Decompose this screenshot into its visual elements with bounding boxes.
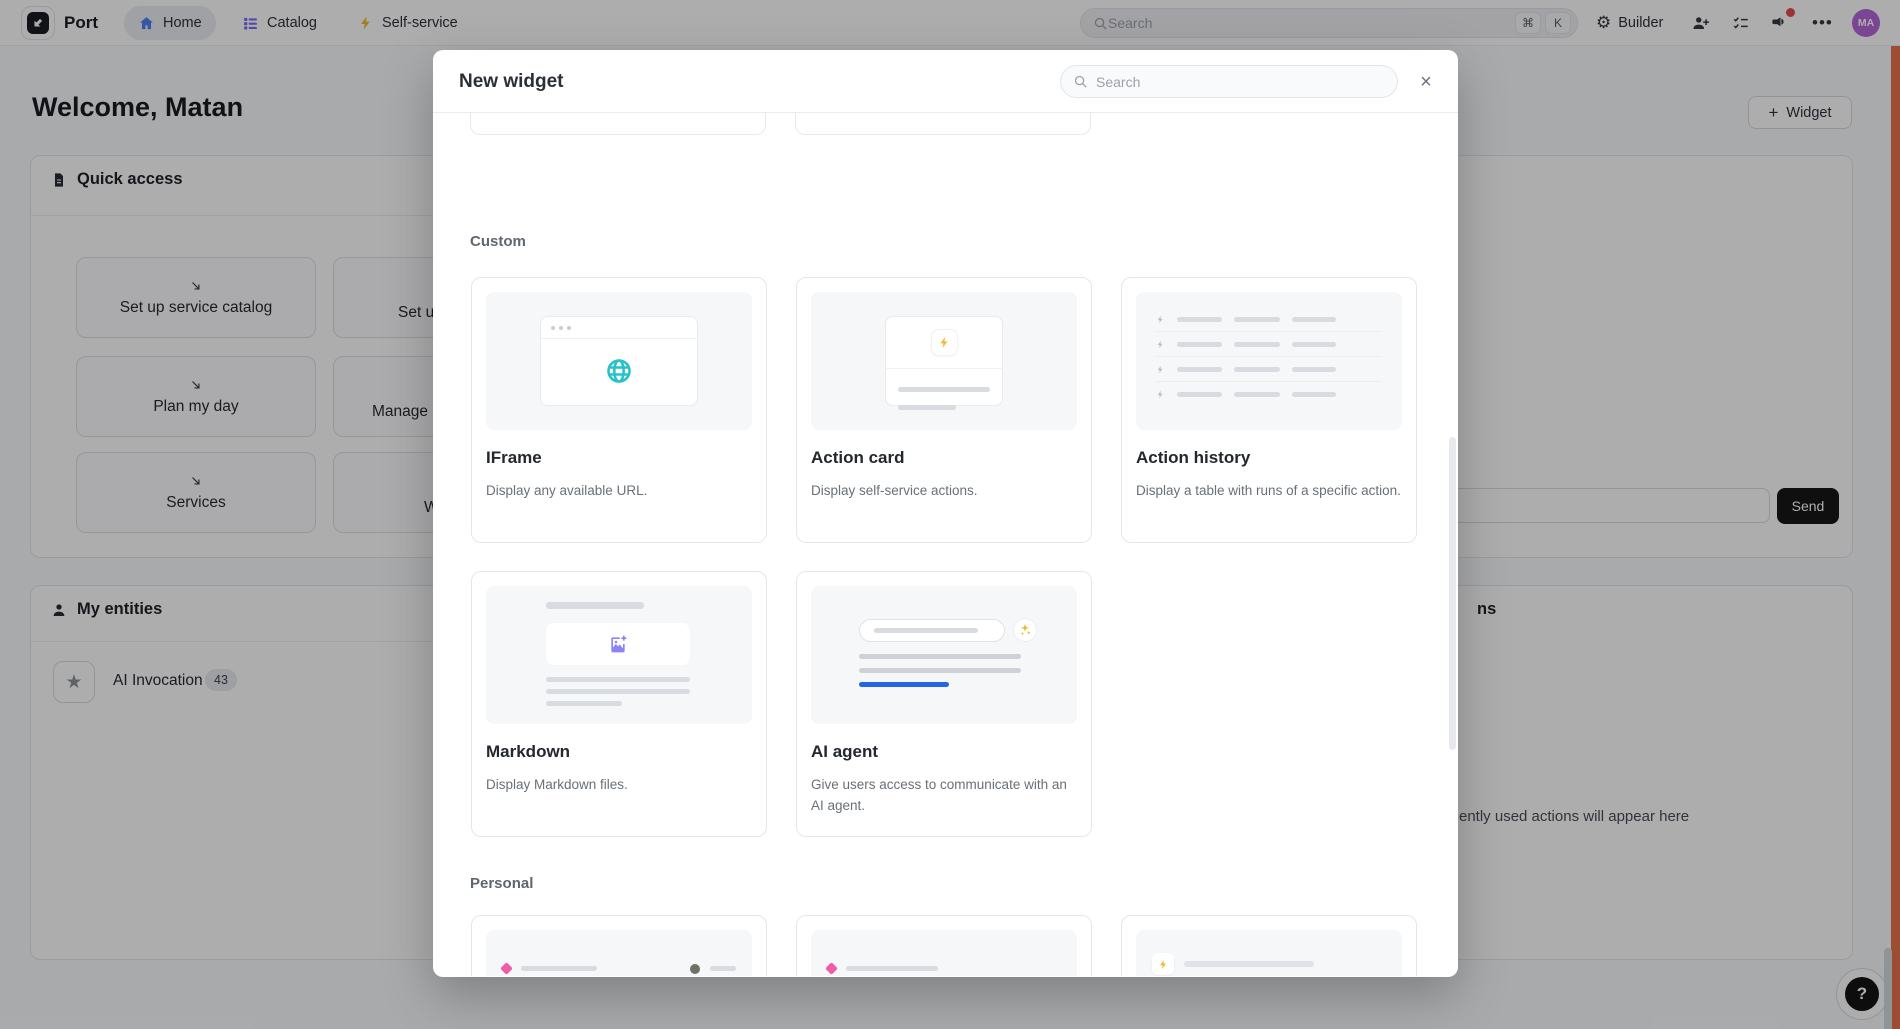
widget-card-iframe[interactable]: IFrame Display any available URL. xyxy=(471,277,767,543)
section-label-custom: Custom xyxy=(470,233,526,250)
search-icon xyxy=(1073,74,1088,89)
entity-icon xyxy=(500,962,513,975)
sparkles-icon xyxy=(1013,618,1037,642)
widget-title: AI agent xyxy=(811,742,878,762)
widget-card-ai-agent[interactable]: AI agent Give users access to communicat… xyxy=(796,571,1092,837)
section-label-personal: Personal xyxy=(470,875,533,892)
personal-preview-actions xyxy=(1136,930,1402,976)
action-card-preview xyxy=(811,292,1077,430)
widget-description: Give users access to communicate with an… xyxy=(811,775,1079,817)
app-screen: Port Home Catalog Self-service ⌘ K ⚙ Bui… xyxy=(0,0,1900,1029)
widget-title: IFrame xyxy=(486,448,542,468)
markdown-preview xyxy=(486,586,752,724)
modal-header: New widget × xyxy=(433,50,1458,113)
close-icon[interactable]: × xyxy=(1411,67,1441,97)
partial-widget-card[interactable] xyxy=(470,113,766,135)
widget-description: Display self-service actions. xyxy=(811,481,1079,502)
entity-icon xyxy=(825,962,838,975)
bolt-icon xyxy=(1152,953,1174,975)
widget-description: Display any available URL. xyxy=(486,481,754,502)
personal-preview-list xyxy=(811,930,1077,976)
widget-card-markdown[interactable]: Markdown Display Markdown files. xyxy=(471,571,767,837)
bolt-icon xyxy=(1156,390,1165,399)
widget-card-action-history[interactable]: Action history Display a table with runs… xyxy=(1121,277,1417,543)
modal-scrollbar-thumb[interactable] xyxy=(1449,437,1456,750)
bolt-icon xyxy=(1156,315,1165,324)
widget-description: Display a table with runs of a specific … xyxy=(1136,481,1404,502)
ai-agent-preview xyxy=(811,586,1077,724)
widget-description: Display Markdown files. xyxy=(486,775,754,796)
page-scrollbar-thumb[interactable] xyxy=(1884,948,1892,1029)
bolt-icon xyxy=(1156,340,1165,349)
globe-icon xyxy=(605,357,633,385)
widget-title: Action history xyxy=(1136,448,1250,468)
image-plus-icon xyxy=(608,634,628,654)
bolt-icon xyxy=(1156,365,1165,374)
modal-title: New widget xyxy=(459,71,564,93)
widget-title: Action card xyxy=(811,448,905,468)
bolt-icon xyxy=(931,329,958,356)
widget-card-personal-2[interactable] xyxy=(796,915,1092,976)
widget-card-action-card[interactable]: Action card Display self-service actions… xyxy=(796,277,1092,543)
widget-search-input[interactable] xyxy=(1096,74,1385,90)
iframe-preview xyxy=(486,292,752,430)
action-history-preview xyxy=(1136,292,1402,430)
personal-preview-table xyxy=(486,930,752,976)
widget-card-personal-3[interactable] xyxy=(1121,915,1417,976)
widget-title: Markdown xyxy=(486,742,570,762)
widget-search[interactable] xyxy=(1060,65,1398,98)
modal-body: Custom IFrame Display any available URL. xyxy=(433,113,1458,976)
new-widget-modal: New widget × Custom xyxy=(433,50,1458,977)
widget-card-personal-1[interactable] xyxy=(471,915,767,976)
status-icon xyxy=(690,964,700,974)
partial-widget-card[interactable] xyxy=(795,113,1091,135)
